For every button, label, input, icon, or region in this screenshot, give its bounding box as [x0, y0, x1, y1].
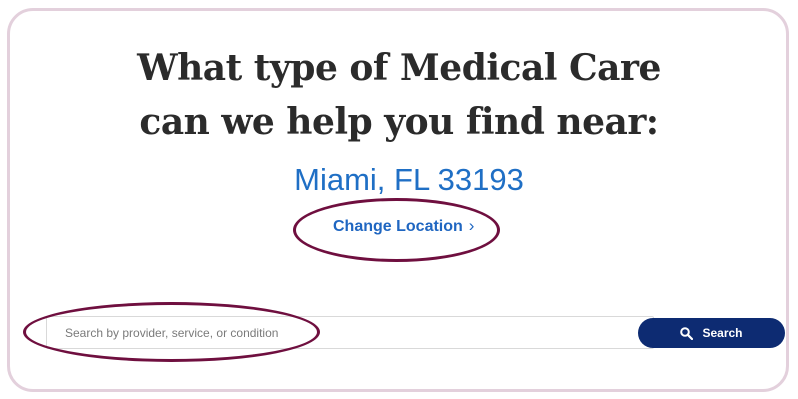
search-button-label: Search — [702, 326, 743, 340]
page-title-line-1: What type of Medical Care — [137, 47, 661, 89]
page-title: What type of Medical Care can we help yo… — [0, 41, 798, 149]
search-button[interactable]: Search — [638, 318, 785, 348]
change-location-link[interactable]: Change Location › — [333, 216, 474, 236]
current-location: Miami, FL 33193 — [294, 162, 524, 197]
change-location-label: Change Location — [333, 218, 463, 235]
page-title-line-2: can we help you find near: — [139, 101, 659, 143]
search-icon — [680, 326, 694, 340]
search-input[interactable] — [46, 316, 654, 349]
chevron-right-icon: › — [468, 216, 475, 235]
